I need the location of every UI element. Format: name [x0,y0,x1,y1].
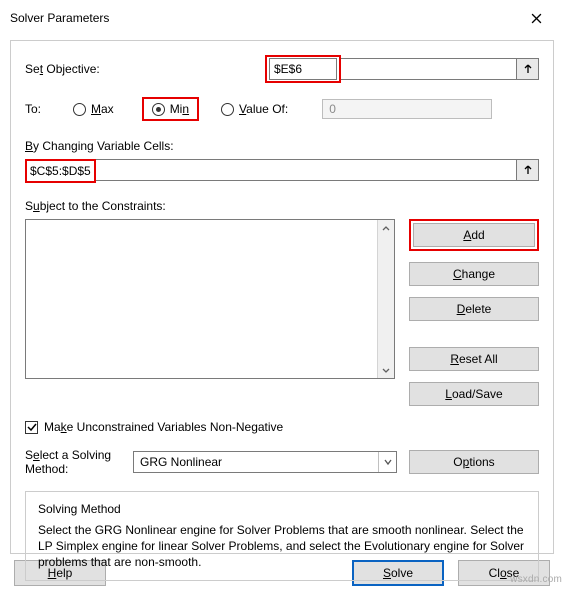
desc-title: Solving Method [38,502,526,516]
options-button[interactable]: Options [409,450,539,474]
constraints-listbox[interactable] [25,219,395,379]
window-close-button[interactable] [516,6,556,30]
load-save-button[interactable]: Load/Save [409,382,539,406]
objective-input-extent[interactable] [341,58,517,80]
method-value: GRG Nonlinear [140,455,222,469]
objective-highlight: $E$6 [265,55,341,83]
changing-cells-input[interactable] [96,159,517,181]
valueof-input: 0 [322,99,492,119]
constraints-label: Subject to the Constraints: [25,199,539,213]
changing-cells-value: $C$5:$D$5 [28,164,93,178]
set-objective-label: Set Objective: [25,62,265,76]
solving-method-description: Solving Method Select the GRG Nonlinear … [25,491,539,582]
delete-button[interactable]: Delete [409,297,539,321]
dialog-title: Solver Parameters [10,11,109,25]
chevron-up-icon [382,225,390,233]
radio-valueof[interactable]: Value Of: [221,102,288,116]
add-button[interactable]: Add [413,223,535,247]
chevron-down-icon [378,452,396,472]
cells-highlight: $C$5:$D$5 [25,159,96,183]
min-highlight: Min [142,97,199,121]
check-icon [27,422,37,432]
reset-all-button[interactable]: Reset All [409,347,539,371]
up-arrow-icon [523,64,533,74]
method-label: Select a Solving Method: [25,448,121,477]
objective-range-picker[interactable] [517,58,539,80]
close-icon [531,13,542,24]
radio-min[interactable]: Min [152,102,189,116]
nonneg-label: Make Unconstrained Variables Non-Negativ… [44,420,283,434]
change-button[interactable]: Change [409,262,539,286]
cells-range-picker[interactable] [517,159,539,181]
radio-max[interactable]: Max [73,102,114,116]
desc-body: Select the GRG Nonlinear engine for Solv… [38,522,526,571]
to-label: To: [25,102,73,116]
watermark: wsxdn.com [510,574,562,585]
scrollbar[interactable] [377,220,394,378]
nonneg-checkbox[interactable] [25,421,38,434]
objective-input[interactable]: $E$6 [269,58,337,80]
up-arrow-icon [523,165,533,175]
add-highlight: Add [409,219,539,251]
changing-cells-label: By Changing Variable Cells: [25,139,539,153]
chevron-down-icon [382,366,390,374]
method-select[interactable]: GRG Nonlinear [133,451,397,473]
scroll-down-button[interactable] [378,361,394,378]
scroll-up-button[interactable] [378,220,394,237]
